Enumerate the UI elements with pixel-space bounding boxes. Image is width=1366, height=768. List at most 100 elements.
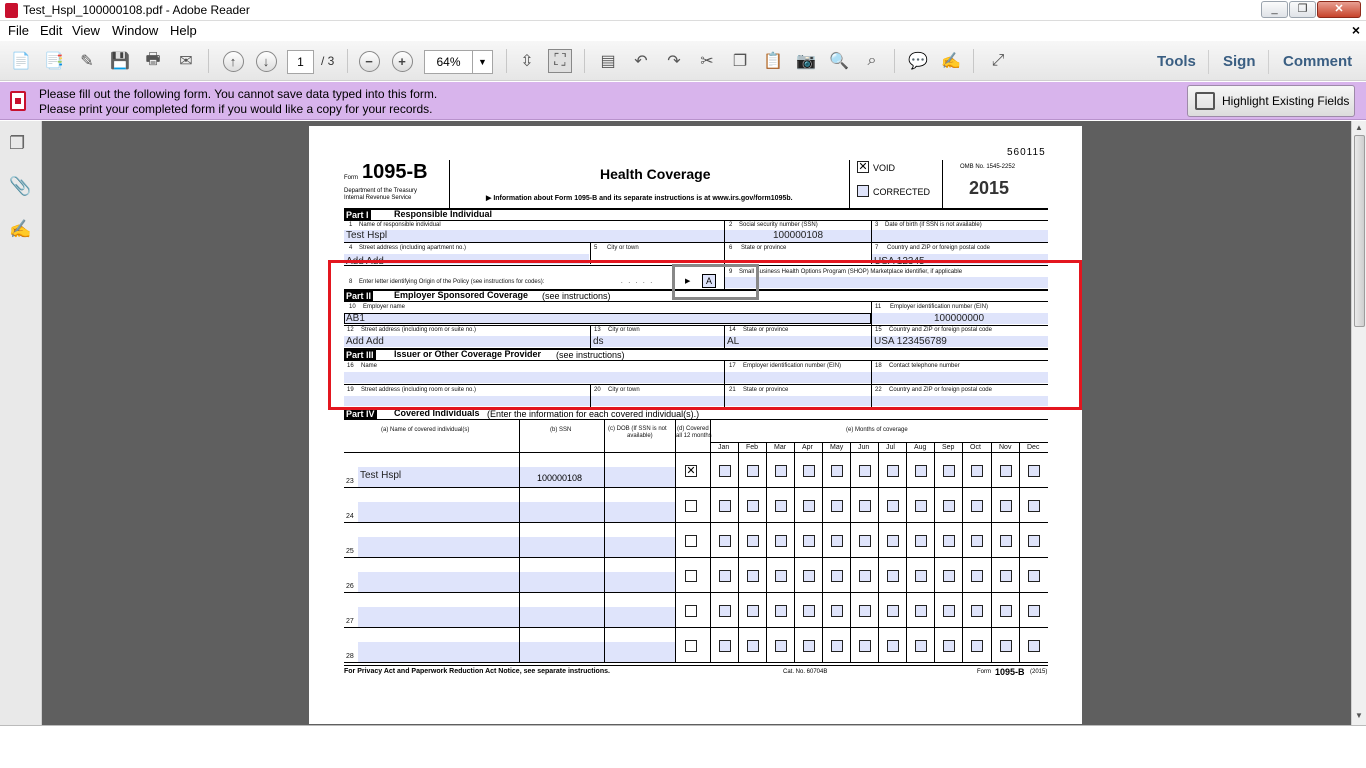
print-icon[interactable]: 🖶 [141,49,165,73]
covered-all-12-months-checkbox[interactable] [685,570,697,582]
month-jan-checkbox[interactable] [719,570,731,582]
covered-name-field[interactable] [358,502,519,522]
month-jan-checkbox[interactable] [719,500,731,512]
month-jul-checkbox[interactable] [887,465,899,477]
signatures-icon[interactable]: ✍ [9,219,31,240]
month-jan-checkbox[interactable] [719,605,731,617]
covered-all-12-months-checkbox[interactable] [685,640,697,652]
name-responsible-field[interactable]: Test Hspl [344,230,724,242]
highlight-fields-button[interactable]: Highlight Existing Fields [1187,85,1355,117]
ssn-field[interactable]: 100000108 [725,230,871,242]
covered-all-12-months-checkbox[interactable]: ✕ [685,465,697,477]
month-jan-checkbox[interactable] [719,535,731,547]
search-binoculars-icon[interactable]: ⌕ [860,49,884,73]
month-mar-checkbox[interactable] [775,640,787,652]
month-apr-checkbox[interactable] [803,500,815,512]
month-feb-checkbox[interactable] [747,640,759,652]
month-nov-checkbox[interactable] [1000,640,1012,652]
covered-all-12-months-checkbox[interactable] [685,535,697,547]
text-recognition-icon[interactable]: ▤ [596,49,620,73]
month-feb-checkbox[interactable] [747,570,759,582]
previous-page-button[interactable]: ↑ [221,49,245,73]
zoom-dropdown-icon[interactable]: ▼ [472,50,493,74]
month-sep-checkbox[interactable] [943,640,955,652]
covered-all-12-months-checkbox[interactable] [685,500,697,512]
covered-ssn-field[interactable] [520,607,604,627]
month-dec-checkbox[interactable] [1028,605,1040,617]
month-apr-checkbox[interactable] [803,465,815,477]
covered-ssn-field[interactable] [520,642,604,662]
covered-name-field[interactable]: Test Hspl [358,467,519,487]
next-page-button[interactable]: ↓ [254,49,278,73]
covered-ssn-field[interactable] [520,572,604,592]
month-jul-checkbox[interactable] [887,640,899,652]
corrected-checkbox[interactable] [857,185,869,197]
month-nov-checkbox[interactable] [1000,535,1012,547]
scrollbar-thumb[interactable] [1354,135,1365,327]
month-sep-checkbox[interactable] [943,605,955,617]
month-jun-checkbox[interactable] [859,465,871,477]
month-apr-checkbox[interactable] [803,535,815,547]
month-sep-checkbox[interactable] [943,500,955,512]
sign-button[interactable]: Sign [1223,53,1256,70]
covered-name-field[interactable] [358,572,519,592]
month-may-checkbox[interactable] [831,465,843,477]
menu-window[interactable]: Window [112,23,158,38]
month-jul-checkbox[interactable] [887,570,899,582]
minimize-button[interactable]: _ [1261,1,1288,18]
comment-button[interactable]: Comment [1283,53,1352,70]
find-icon[interactable]: 🔍 [827,49,851,73]
month-aug-checkbox[interactable] [915,500,927,512]
month-mar-checkbox[interactable] [775,535,787,547]
covered-ssn-field[interactable] [520,502,604,522]
covered-name-field[interactable] [358,607,519,627]
month-may-checkbox[interactable] [831,640,843,652]
month-nov-checkbox[interactable] [1000,570,1012,582]
month-apr-checkbox[interactable] [803,570,815,582]
month-jul-checkbox[interactable] [887,605,899,617]
month-sep-checkbox[interactable] [943,465,955,477]
paste-icon[interactable]: 📋 [761,49,785,73]
covered-name-field[interactable] [358,537,519,557]
month-may-checkbox[interactable] [831,605,843,617]
scroll-down-icon[interactable]: ▼ [1355,711,1363,720]
month-oct-checkbox[interactable] [971,640,983,652]
month-feb-checkbox[interactable] [747,535,759,547]
page-number-input[interactable]: 1 [287,50,314,74]
covered-dob-field[interactable] [605,502,675,522]
month-mar-checkbox[interactable] [775,605,787,617]
month-dec-checkbox[interactable] [1028,465,1040,477]
covered-dob-field[interactable] [605,607,675,627]
menu-edit[interactable]: Edit [40,23,62,38]
full-screen-icon[interactable]: ⤢ [986,49,1010,73]
page-thumbnails-icon[interactable]: ❐ [9,133,25,154]
covered-dob-field[interactable] [605,467,675,487]
month-feb-checkbox[interactable] [747,465,759,477]
month-aug-checkbox[interactable] [915,535,927,547]
month-nov-checkbox[interactable] [1000,465,1012,477]
month-jul-checkbox[interactable] [887,535,899,547]
month-sep-checkbox[interactable] [943,570,955,582]
month-aug-checkbox[interactable] [915,570,927,582]
month-jan-checkbox[interactable] [719,640,731,652]
month-dec-checkbox[interactable] [1028,570,1040,582]
menu-view[interactable]: View [72,23,100,38]
covered-dob-field[interactable] [605,642,675,662]
covered-ssn-field[interactable] [520,537,604,557]
create-pdf-icon[interactable]: 📄 [9,49,33,73]
month-aug-checkbox[interactable] [915,465,927,477]
month-oct-checkbox[interactable] [971,570,983,582]
undo-icon[interactable]: ↶ [629,49,653,73]
month-may-checkbox[interactable] [831,570,843,582]
covered-dob-field[interactable] [605,537,675,557]
close-document-icon[interactable]: × [1352,22,1360,38]
month-oct-checkbox[interactable] [971,535,983,547]
zoom-input[interactable]: 64% [424,50,473,74]
scroll-mode-icon[interactable]: ⇳ [515,49,539,73]
month-nov-checkbox[interactable] [1000,605,1012,617]
covered-name-field[interactable] [358,642,519,662]
highlight-text-icon[interactable]: ✍ [939,49,963,73]
month-may-checkbox[interactable] [831,535,843,547]
month-dec-checkbox[interactable] [1028,640,1040,652]
month-dec-checkbox[interactable] [1028,500,1040,512]
